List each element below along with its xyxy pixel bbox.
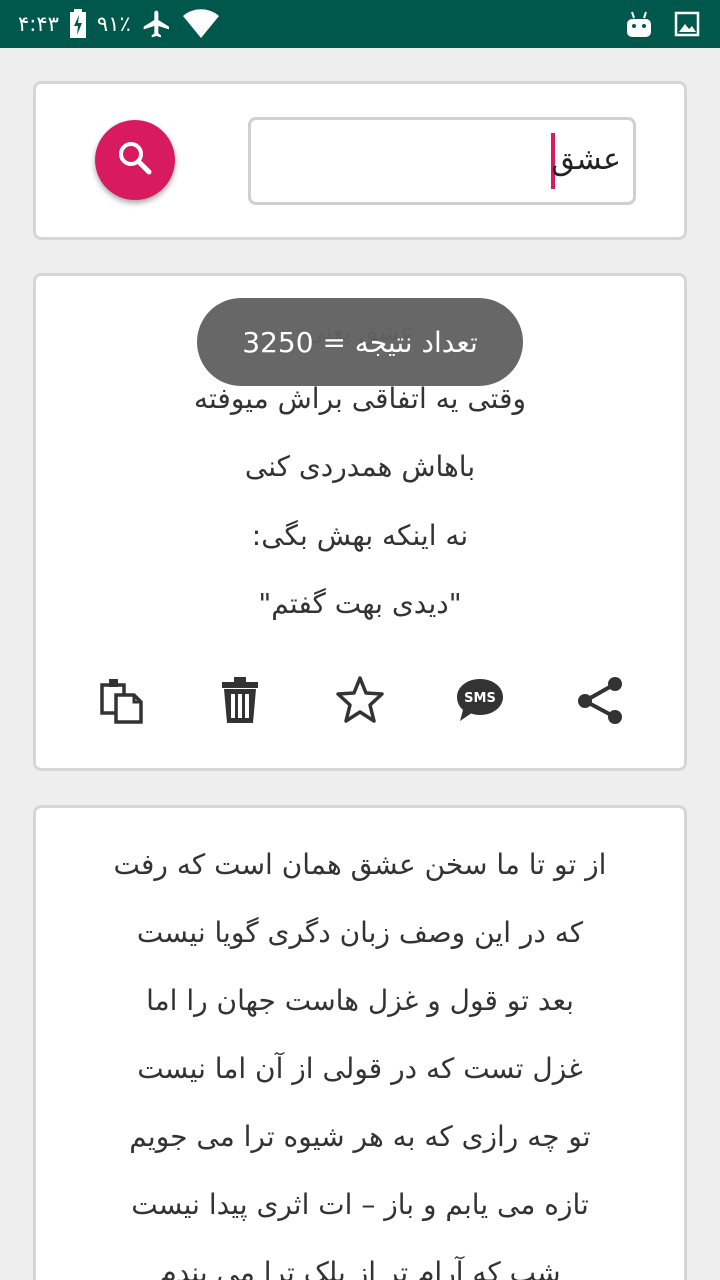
poem-line: شب که آرام تر از پلک ترا می بندم [159,1256,561,1280]
poem-line: که در این وصف زبان دگری گویا نیست [136,916,584,949]
sms-button[interactable]: SMS [450,672,510,732]
search-card: عشق [33,81,687,240]
post-line: باهاش همدردی کنی [244,450,476,483]
poem-card: از تو تا ما سخن عشق همان است که رفت که د… [33,805,687,1280]
svg-text:SMS: SMS [464,691,496,706]
search-input[interactable]: عشق [248,117,636,205]
poem-line: بعد تو قول و غزل هاست جهان را اما [146,984,574,1017]
battery-charging-icon [69,9,87,39]
post-line: "دیدی بهت گفتم" [258,587,462,620]
status-time: ۴:۴۳ [18,12,59,36]
post-line: وقتی یه اتفاقی براش میوفته [193,382,527,415]
poem-line: از تو تا ما سخن عشق همان است که رفت [113,848,607,881]
search-button[interactable] [95,120,175,200]
star-icon [335,675,385,729]
share-icon [575,675,625,729]
wifi-icon [182,9,219,39]
image-icon [674,11,700,37]
copy-icon [97,675,147,729]
poem-line: تو چه رازی که به هر شیوه ترا می جویم [129,1120,591,1153]
search-query: عشق [551,142,621,177]
sms-icon: SMS [454,675,506,729]
poem-line: تازه می یابم و باز – ات اثری پیدا نیست [131,1188,589,1221]
copy-button[interactable] [92,672,152,732]
search-icon [115,138,155,182]
battery-percent: ۹۱٪ [96,12,131,36]
share-button[interactable] [570,672,630,732]
favorite-button[interactable] [330,672,390,732]
poem-line: غزل تست که در قولی از آن اما نیست [137,1052,583,1085]
delete-button[interactable] [210,672,270,732]
result-count-toast: تعداد نتیجه = 3250 [197,298,523,386]
android-icon [626,10,652,38]
airplane-mode-icon [141,8,173,40]
status-bar: ۴:۴۳ ۹۱٪ [0,0,720,48]
delete-icon [218,675,262,729]
post-line: نه اینکه بهش بگی: [251,519,469,552]
